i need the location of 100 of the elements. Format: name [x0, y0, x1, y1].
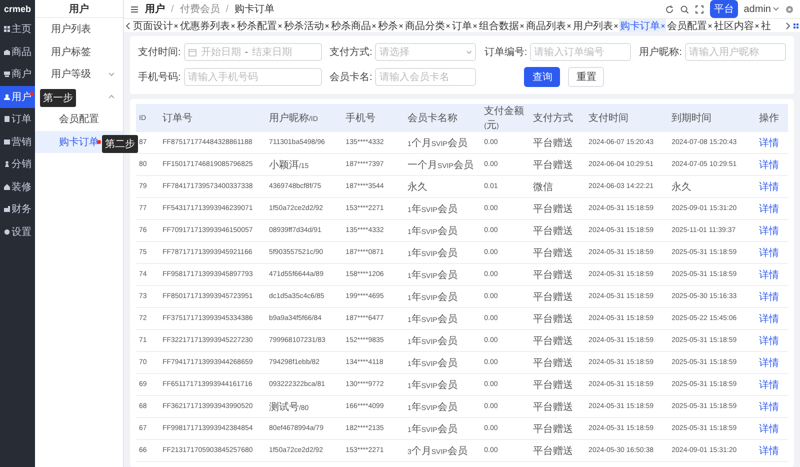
close-icon[interactable] — [325, 24, 329, 28]
input-field[interactable]: 请输入手机号码 — [184, 68, 322, 86]
end-date-input[interactable]: 结束日期 — [251, 46, 294, 58]
breadcrumb-item[interactable]: 购卡订单 — [234, 2, 275, 16]
settings-icon[interactable] — [785, 4, 794, 14]
close-icon[interactable] — [755, 24, 759, 28]
submenu-item[interactable]: 用户列表 — [35, 18, 123, 40]
search-icon[interactable] — [680, 4, 689, 14]
table-cell: 平台赠送 — [530, 396, 586, 418]
tab[interactable]: 订单 — [451, 19, 478, 32]
submenu-item[interactable]: 用户等级 — [35, 63, 123, 86]
close-icon[interactable] — [473, 24, 477, 28]
sidebar-item[interactable]: 订单 — [0, 108, 35, 130]
refresh-icon[interactable] — [664, 4, 674, 14]
column-header: 会员卡名称 — [404, 104, 482, 132]
start-date-input[interactable]: 开始日期 — [200, 46, 242, 58]
table-cell: 平台赠送 — [530, 330, 586, 352]
menu-icon — [4, 94, 10, 100]
column-header: 操作 — [756, 104, 788, 132]
step-tooltip: 第二步 — [102, 134, 138, 152]
tab[interactable]: 购卡订单 — [619, 19, 666, 32]
notification-dot — [97, 140, 101, 144]
close-icon[interactable] — [399, 24, 403, 28]
sidebar-item[interactable]: 商品 — [0, 40, 35, 63]
input-field[interactable]: 请输入会员卡名 — [375, 68, 476, 86]
menu-icon[interactable] — [130, 4, 139, 14]
table-cell: 微信 — [530, 176, 586, 198]
column-header: 订单号 — [159, 104, 266, 132]
column-header: 到期时间 — [668, 104, 756, 132]
filter-label: 支付时间: — [138, 46, 181, 59]
menu-icon — [4, 48, 10, 55]
close-icon[interactable] — [446, 24, 450, 28]
user-menu[interactable]: admin — [744, 4, 779, 14]
tab[interactable]: 秒杀商品 — [330, 19, 377, 32]
close-icon[interactable] — [614, 24, 618, 28]
close-icon[interactable] — [174, 24, 178, 28]
submenu-item[interactable]: 用户标签 — [35, 40, 123, 63]
table-cell: 平台赠送 — [530, 352, 586, 374]
text-input[interactable]: 请输入订单编号 — [534, 46, 628, 58]
tab[interactable]: 社区内容 — [713, 19, 760, 32]
breadcrumb-item[interactable]: 用户 — [145, 2, 165, 16]
close-icon[interactable] — [372, 24, 376, 28]
sidebar-item[interactable]: 财务 — [0, 198, 35, 220]
select-field[interactable]: 请选择 — [375, 43, 476, 61]
sidebar-item[interactable]: 装修 — [0, 176, 35, 198]
submenu-label: 用户列表 — [51, 22, 91, 36]
tab[interactable]: 用户列表 — [572, 19, 619, 32]
close-icon[interactable] — [708, 24, 712, 28]
tab[interactable]: 秒杀 — [377, 19, 404, 32]
sidebar-item[interactable]: 设置 — [0, 220, 35, 243]
sidebar-item[interactable]: 营销 — [0, 130, 35, 153]
tab[interactable]: 页面设计 — [132, 19, 179, 32]
sidebar-item[interactable]: 主页 — [0, 18, 35, 40]
text-input[interactable]: 请输入手机号码 — [188, 72, 318, 82]
tab[interactable]: 商品列表 — [525, 19, 572, 32]
table-cell: 平台赠送 — [530, 308, 586, 330]
calendar-icon — [188, 48, 197, 56]
table-cell: 永久 — [404, 176, 482, 198]
chevron-icon — [466, 50, 472, 54]
table-cell: 平台赠送 — [530, 286, 586, 308]
filter-label: 支付方式: — [330, 46, 372, 59]
search-button[interactable]: 查询 — [524, 67, 560, 87]
tab[interactable]: 会员配置 — [666, 19, 713, 32]
submenu-label: 用户等级 — [51, 68, 91, 82]
table-cell: 平台赠送 — [530, 220, 586, 242]
tab[interactable]: 商品分类 — [404, 19, 451, 32]
table-cell: 平台赠送 — [530, 132, 586, 154]
submenu-label: 用户标签 — [51, 46, 91, 59]
menu-icon — [4, 26, 10, 32]
date-range-field[interactable]: 开始日期 - 结束日期 — [184, 43, 322, 61]
fullscreen-icon[interactable] — [694, 4, 704, 14]
text-input[interactable]: 请输入会员卡名 — [379, 72, 472, 82]
close-icon[interactable] — [278, 24, 282, 28]
scroll-right-icon[interactable] — [785, 22, 791, 30]
tab[interactable]: 社 — [760, 19, 772, 32]
tab[interactable]: 组合数据 — [478, 19, 525, 32]
scroll-left-icon[interactable] — [125, 22, 131, 30]
tab[interactable]: 秒杀活动 — [283, 19, 330, 32]
sidebar-item[interactable]: 分销 — [0, 153, 35, 176]
menu-icon — [4, 161, 10, 168]
close-icon[interactable] — [567, 24, 571, 28]
grid-icon[interactable] — [793, 22, 799, 30]
menu-icon — [4, 71, 10, 78]
input-field[interactable]: 请输入订单编号 — [530, 43, 632, 61]
close-icon[interactable] — [520, 24, 524, 28]
column-header: 支付方式 — [530, 104, 586, 132]
logo[interactable]: crmeb — [0, 0, 35, 18]
column-header: 手机号 — [342, 104, 404, 132]
breadcrumb-separator: / — [171, 4, 174, 14]
table-cell: 平台赠送 — [530, 154, 586, 176]
sidebar-item[interactable]: 商户 — [0, 63, 35, 86]
select-input[interactable]: 请选择 — [379, 46, 464, 58]
close-icon[interactable] — [231, 24, 235, 28]
platform-button[interactable]: 平台 — [710, 0, 738, 18]
submenu-label: 购卡订单 — [59, 136, 99, 149]
submenu-item[interactable]: 会员配置 — [35, 108, 123, 130]
reset-button[interactable]: 重置 — [568, 67, 604, 87]
tab[interactable]: 优惠券列表 — [179, 19, 236, 32]
tab[interactable]: 秒杀配置 — [236, 19, 283, 32]
breadcrumb-item[interactable]: 付费会员 — [180, 2, 220, 16]
